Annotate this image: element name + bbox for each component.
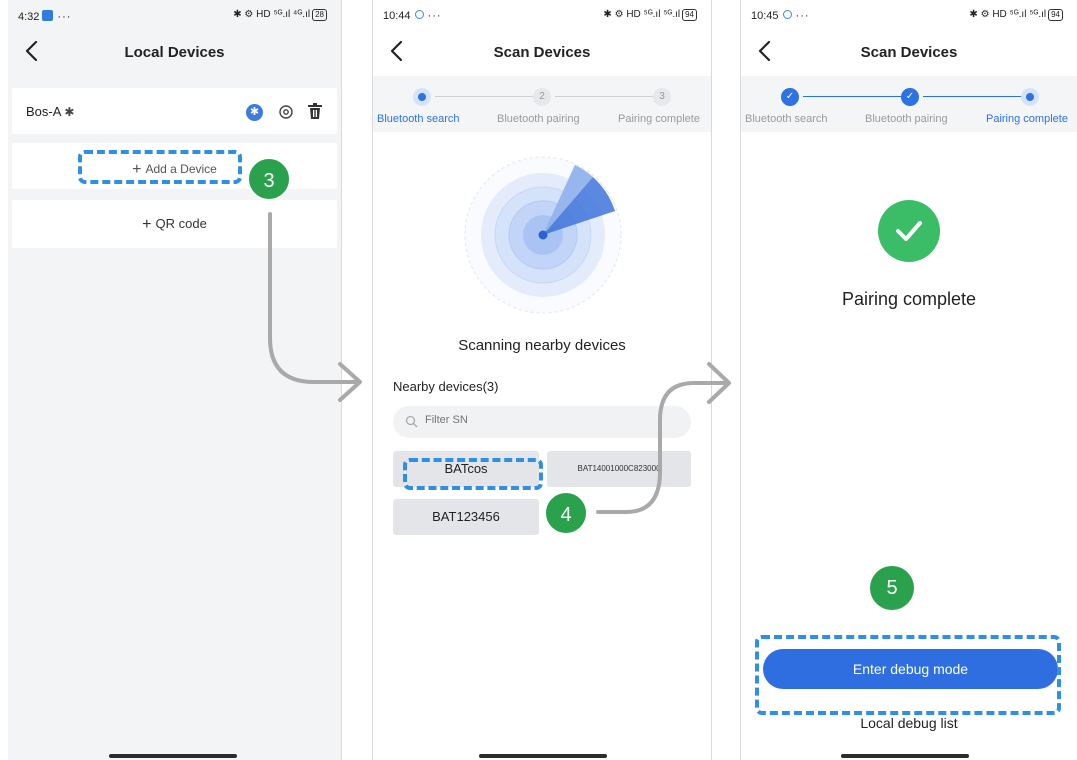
status-icons: ✱ ⚙ HD ⁵ᴳ.ıl ⁴ᴳ.ıl [233,9,311,20]
status-bar: 10:45 ··· ✱ ⚙ HD ⁵ᴳ.ıl ⁵ᴳ.ıl 94 [741,0,1077,32]
page-title: Local Devices [124,44,225,61]
step-3-dot [1021,88,1039,106]
status-icons: ✱ ⚙ HD ⁵ᴳ.ıl ⁵ᴳ.ıl [603,9,681,20]
page-title: Scan Devices [860,44,958,61]
step-1-label: Bluetooth search [745,113,828,125]
battery-icon: 94 [1048,9,1063,21]
nav-bar: Local Devices [8,32,341,74]
pairing-complete-message: Pairing complete [841,289,977,309]
qr-code-label: QR code [155,216,207,231]
step-2-label: Bluetooth pairing [497,113,580,125]
device-name: Bos-A [26,104,62,119]
device-chip-bat14001000[interactable]: BAT14001000C823000 [547,451,691,487]
bluetooth-connect-icon[interactable]: ✱ [246,104,263,121]
step-3-label: Pairing complete [618,113,700,125]
highlight-batcos [403,458,543,490]
trash-icon[interactable] [307,103,323,120]
home-indicator [479,754,607,758]
plus-icon: + [142,216,152,233]
status-dots: ··· [795,10,810,22]
highlight-debug-button [755,635,1061,715]
page-title: Scan Devices [493,44,591,61]
progress-stepper: 2 3 Bluetooth search Bluetooth pairing P… [373,76,711,132]
step-connector [803,96,903,97]
home-indicator [841,754,969,758]
status-icons: ✱ ⚙ HD ⁵ᴳ.ıl ⁵ᴳ.ıl [969,9,1047,20]
nav-bar: Scan Devices [741,32,1077,74]
search-notification-icon [782,10,792,19]
scan-devices-screen: 10:44 ··· ✱ ⚙ HD ⁵ᴳ.ıl ⁵ᴳ.ıl 94 Scan Devic… [372,0,712,760]
step-badge-5: 5 [870,566,914,610]
step-1-label: Bluetooth search [377,113,460,125]
local-devices-screen: 4:32 ··· ✱ ⚙ HD ⁵ᴳ.ıl ⁴ᴳ.ıl 28 Local Devic… [8,0,342,760]
step-badge-3: 3 [247,157,291,201]
progress-stepper: ✓ ✓ Bluetooth search Bluetooth pairing P… [741,76,1077,132]
status-dots: ··· [427,10,442,22]
status-time: 4:32 [18,11,40,23]
status-bar: 4:32 ··· ✱ ⚙ HD ⁵ᴳ.ıl ⁴ᴳ.ıl 28 [8,0,341,32]
step-1-check-icon: ✓ [781,88,799,106]
step-connector [435,96,535,97]
step-2-dot: 2 [533,88,551,106]
success-check-icon [878,200,940,262]
local-debug-list-link[interactable]: Local debug list [741,715,1077,731]
step-3-label: Pairing complete [986,113,1068,125]
bluetooth-icon: ✱ [64,105,75,119]
step-connector [923,96,1023,97]
step-connector [555,96,655,97]
battery-icon: 94 [682,9,697,21]
filter-sn-field[interactable] [393,406,691,438]
battery-icon: 28 [312,9,327,21]
search-notification-icon [414,10,424,19]
status-time: 10:44 [383,10,411,22]
highlight-add-device [78,150,242,184]
step-badge-4: 4 [544,491,588,535]
checkmark-icon [896,221,922,241]
search-icon [405,415,418,428]
nearby-devices-title: Nearby devices(3) [393,379,499,394]
device-row[interactable]: Bos-A ✱ ✱ [12,88,337,134]
device-chip-bat123456[interactable]: BAT123456 [393,499,539,535]
status-bar: 10:44 ··· ✱ ⚙ HD ⁵ᴳ.ıl ⁵ᴳ.ıl 94 [373,0,711,32]
pairing-complete-screen: 10:45 ··· ✱ ⚙ HD ⁵ᴳ.ıl ⁵ᴳ.ıl 94 Scan Devic… [740,0,1077,760]
filter-sn-input[interactable] [425,414,625,426]
nav-bar: Scan Devices [373,32,711,74]
status-dots: ··· [57,11,72,23]
status-time: 10:45 [751,10,779,22]
step-2-label: Bluetooth pairing [865,113,948,125]
home-indicator [109,754,237,758]
step-3-dot: 3 [653,88,671,106]
qr-code-button[interactable]: + QR code [12,200,337,248]
radar-scan-icon [464,156,622,314]
app-notification-icon [42,10,54,21]
scanning-status: Scanning nearby devices [458,337,626,354]
step-2-check-icon: ✓ [901,88,919,106]
settings-icon[interactable] [278,104,294,120]
step-1-dot [413,88,431,106]
